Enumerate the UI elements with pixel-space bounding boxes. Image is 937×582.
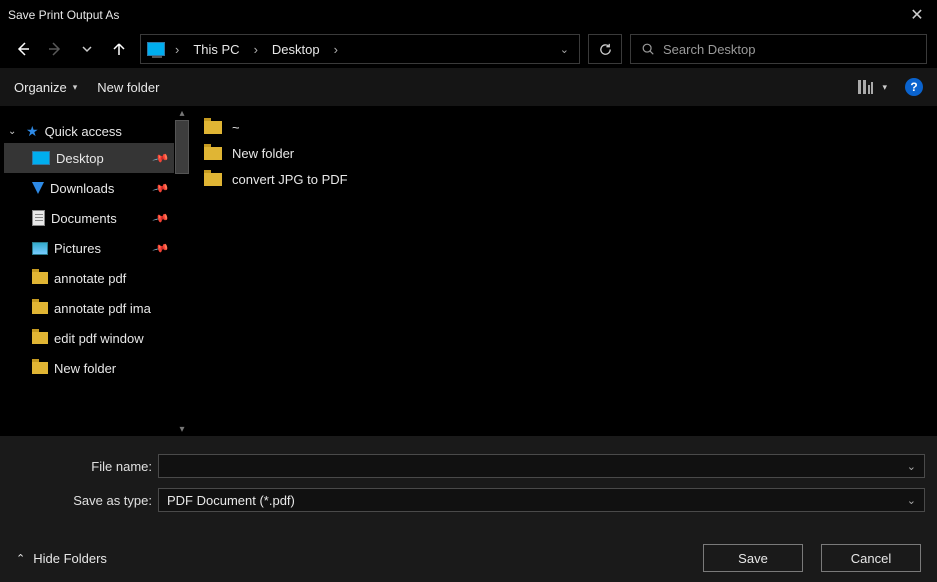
sidebar-item-label: Desktop [56,151,104,166]
file-name-row: File name: ⌄ [12,454,925,478]
dropdown-caret-icon: ▾ [73,82,78,93]
chevron-right-icon[interactable]: › [248,42,264,57]
pin-icon: 📌 [152,209,170,227]
folder-icon [32,332,48,344]
sidebar-item-label: edit pdf window [54,331,144,346]
recent-locations-button[interactable] [74,36,100,62]
body: ⌄ ★ Quick access Desktop 📌 Downloads 📌 D… [0,106,937,436]
refresh-button[interactable] [588,34,622,64]
chevron-up-icon: ⌃ [16,552,25,565]
save-type-row: Save as type: PDF Document (*.pdf) ⌄ [12,488,925,512]
scroll-up-icon[interactable]: ▴ [174,106,190,120]
star-icon: ★ [26,123,39,140]
save-type-label: Save as type: [12,493,152,508]
nav-arrows [10,36,132,62]
bottom-panel: File name: ⌄ Save as type: PDF Document … [0,436,937,582]
cancel-button[interactable]: Cancel [821,544,921,572]
chevron-right-icon[interactable]: › [169,42,185,57]
pin-icon: 📌 [152,149,170,167]
search-icon [641,42,655,56]
sidebar-item-label: New folder [54,361,116,376]
file-name: convert JPG to PDF [232,172,348,187]
hide-folders-label: Hide Folders [33,551,107,566]
pin-icon: 📌 [152,239,170,257]
file-name: ~ [232,120,240,135]
sidebar-item-folder[interactable]: annotate pdf ima [4,293,190,323]
chevron-down-icon[interactable]: ⌄ [907,494,916,507]
cancel-label: Cancel [851,551,891,566]
window-title: Save Print Output As [8,8,119,22]
save-type-value: PDF Document (*.pdf) [167,493,295,508]
quick-access-label: Quick access [45,124,122,139]
save-button[interactable]: Save [703,544,803,572]
pictures-icon [32,242,48,255]
folder-icon [204,121,222,134]
pin-icon: 📌 [152,179,170,197]
save-type-select[interactable]: PDF Document (*.pdf) ⌄ [158,488,925,512]
sidebar-item-label: Documents [51,211,117,226]
navigation-bar: › This PC › Desktop › ⌄ Search Desktop [0,30,937,68]
up-button[interactable] [106,36,132,62]
new-folder-button[interactable]: New folder [97,80,159,95]
scroll-thumb[interactable] [175,120,189,174]
expander-icon[interactable]: ⌄ [8,126,20,137]
forward-button[interactable] [42,36,68,62]
breadcrumb-item[interactable]: Desktop [268,40,324,59]
desktop-icon [32,151,50,165]
folder-icon [32,272,48,284]
breadcrumb[interactable]: › This PC › Desktop › ⌄ [140,34,580,64]
sidebar-item-folder[interactable]: annotate pdf [4,263,190,293]
list-item[interactable]: ~ [204,114,923,140]
sidebar-item-downloads[interactable]: Downloads 📌 [4,173,190,203]
documents-icon [32,210,45,226]
quick-access[interactable]: ⌄ ★ Quick access [4,120,190,143]
sidebar: ⌄ ★ Quick access Desktop 📌 Downloads 📌 D… [0,106,190,436]
list-item[interactable]: New folder [204,140,923,166]
sidebar-item-desktop[interactable]: Desktop 📌 [4,143,190,173]
new-folder-label: New folder [97,80,159,95]
view-icon [858,80,876,94]
sidebar-scrollbar[interactable]: ▴ ▾ [174,106,190,436]
sidebar-item-folder[interactable]: edit pdf window [4,323,190,353]
hide-folders-button[interactable]: ⌃ Hide Folders [12,551,107,566]
this-pc-icon [147,42,165,56]
downloads-icon [32,182,44,194]
sidebar-item-documents[interactable]: Documents 📌 [4,203,190,233]
breadcrumb-history-button[interactable]: ⌄ [560,43,569,56]
titlebar: Save Print Output As ✕ [0,0,937,30]
sidebar-item-label: Pictures [54,241,101,256]
sidebar-item-label: annotate pdf [54,271,126,286]
folder-icon [204,173,222,186]
footer-row: ⌃ Hide Folders Save Cancel [12,544,925,572]
organize-button[interactable]: Organize ▾ [14,80,77,95]
search-input[interactable]: Search Desktop [630,34,927,64]
help-button[interactable]: ? [905,78,923,96]
file-name-label: File name: [12,459,152,474]
file-name-input[interactable]: ⌄ [158,454,925,478]
dropdown-caret-icon: ▾ [882,82,887,93]
folder-icon [204,147,222,160]
scroll-down-icon[interactable]: ▾ [174,422,190,436]
chevron-right-icon[interactable]: › [328,42,344,57]
list-item[interactable]: convert JPG to PDF [204,166,923,192]
file-list[interactable]: ~ New folder convert JPG to PDF [190,106,937,436]
folder-icon [32,362,48,374]
organize-label: Organize [14,80,67,95]
search-placeholder: Search Desktop [663,42,756,57]
breadcrumb-item[interactable]: This PC [189,40,243,59]
sidebar-item-pictures[interactable]: Pictures 📌 [4,233,190,263]
folder-icon [32,302,48,314]
save-label: Save [738,551,768,566]
sidebar-item-folder[interactable]: New folder [4,353,190,383]
view-button[interactable]: ▾ [858,80,887,94]
sidebar-item-label: Downloads [50,181,114,196]
back-button[interactable] [10,36,36,62]
toolbar: Organize ▾ New folder ▾ ? [0,68,937,106]
close-icon[interactable]: ✕ [905,5,929,25]
file-name: New folder [232,146,294,161]
sidebar-item-label: annotate pdf ima [54,301,151,316]
chevron-down-icon[interactable]: ⌄ [907,460,916,473]
